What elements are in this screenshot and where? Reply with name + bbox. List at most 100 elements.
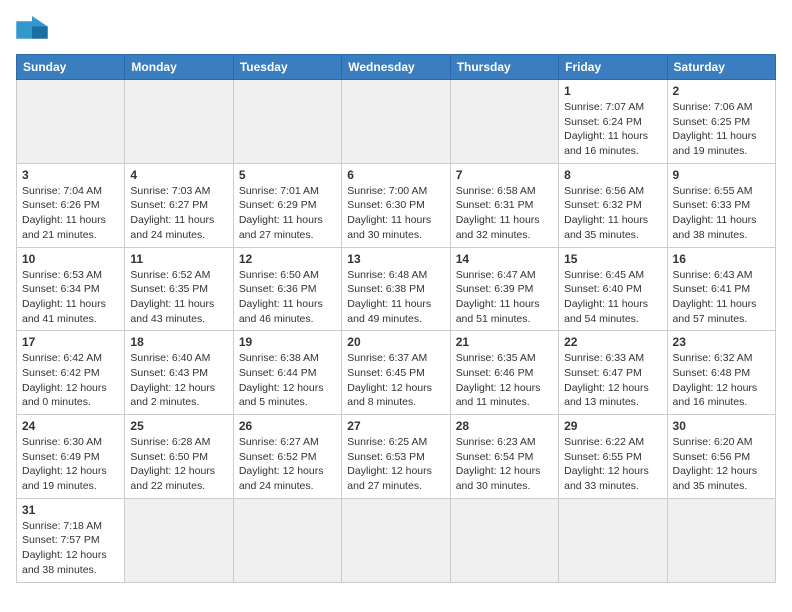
column-header-monday: Monday [125,55,233,80]
day-info: Sunrise: 6:27 AMSunset: 6:52 PMDaylight:… [239,435,336,494]
day-number: 13 [347,252,444,266]
day-info: Sunrise: 7:00 AMSunset: 6:30 PMDaylight:… [347,184,444,243]
day-number: 11 [130,252,227,266]
day-number: 22 [564,335,661,349]
day-info: Sunrise: 6:35 AMSunset: 6:46 PMDaylight:… [456,351,553,410]
day-info: Sunrise: 6:30 AMSunset: 6:49 PMDaylight:… [22,435,119,494]
day-info: Sunrise: 6:20 AMSunset: 6:56 PMDaylight:… [673,435,770,494]
day-cell: 5Sunrise: 7:01 AMSunset: 6:29 PMDaylight… [233,163,341,247]
day-cell: 27 Sunrise: 6:25 AMSunset: 6:53 PMDayligh… [342,415,450,499]
day-cell: 11 Sunrise: 6:52 AMSunset: 6:35 PMDayligh… [125,247,233,331]
day-cell: 6 Sunrise: 7:00 AMSunset: 6:30 PMDaylight… [342,163,450,247]
day-cell: 1 Sunrise: 7:07 AMSunset: 6:24 PMDaylight… [559,80,667,164]
day-number: 3 [22,168,119,182]
day-cell: 17 Sunrise: 6:42 AMSunset: 6:42 PMDayligh… [17,331,125,415]
day-info: Sunrise: 6:45 AMSunset: 6:40 PMDaylight:… [564,268,661,327]
day-number: 9 [673,168,770,182]
day-number: 30 [673,419,770,433]
day-info: Sunrise: 7:18 AMSunset: 7:57 PMDaylight:… [22,519,119,578]
day-cell: 26 Sunrise: 6:27 AMSunset: 6:52 PMDayligh… [233,415,341,499]
week-row-5: 24 Sunrise: 6:30 AMSunset: 6:49 PMDayligh… [17,415,776,499]
day-number: 18 [130,335,227,349]
day-cell: 30 Sunrise: 6:20 AMSunset: 6:56 PMDayligh… [667,415,775,499]
calendar-header-row: SundayMondayTuesdayWednesdayThursdayFrid… [17,55,776,80]
day-number: 20 [347,335,444,349]
day-cell: 25 Sunrise: 6:28 AMSunset: 6:50 PMDayligh… [125,415,233,499]
day-info: Sunrise: 6:37 AMSunset: 6:45 PMDaylight:… [347,351,444,410]
column-header-saturday: Saturday [667,55,775,80]
day-cell: 3 Sunrise: 7:04 AMSunset: 6:26 PMDaylight… [17,163,125,247]
day-number: 19 [239,335,336,349]
day-cell: 15 Sunrise: 6:45 AMSunset: 6:40 PMDayligh… [559,247,667,331]
day-cell [125,498,233,582]
week-row-6: 31 Sunrise: 7:18 AMSunset: 7:57 PMDayligh… [17,498,776,582]
day-info: Sunrise: 6:25 AMSunset: 6:53 PMDaylight:… [347,435,444,494]
day-cell: 21 Sunrise: 6:35 AMSunset: 6:46 PMDayligh… [450,331,558,415]
week-row-3: 10Sunrise: 6:53 AMSunset: 6:34 PMDayligh… [17,247,776,331]
day-info: Sunrise: 6:56 AMSunset: 6:32 PMDaylight:… [564,184,661,243]
day-info: Sunrise: 6:28 AMSunset: 6:50 PMDaylight:… [130,435,227,494]
week-row-1: 1 Sunrise: 7:07 AMSunset: 6:24 PMDaylight… [17,80,776,164]
day-cell: 19 Sunrise: 6:38 AMSunset: 6:44 PMDayligh… [233,331,341,415]
day-info: Sunrise: 6:32 AMSunset: 6:48 PMDaylight:… [673,351,770,410]
day-number: 26 [239,419,336,433]
column-header-thursday: Thursday [450,55,558,80]
day-number: 6 [347,168,444,182]
day-number: 16 [673,252,770,266]
day-number: 14 [456,252,553,266]
day-number: 24 [22,419,119,433]
day-cell: 18Sunrise: 6:40 AMSunset: 6:43 PMDayligh… [125,331,233,415]
day-info: Sunrise: 6:52 AMSunset: 6:35 PMDaylight:… [130,268,227,327]
day-info: Sunrise: 6:48 AMSunset: 6:38 PMDaylight:… [347,268,444,327]
day-number: 29 [564,419,661,433]
day-number: 1 [564,84,661,98]
day-number: 10 [22,252,119,266]
day-number: 15 [564,252,661,266]
day-info: Sunrise: 6:43 AMSunset: 6:41 PMDaylight:… [673,268,770,327]
calendar-table: SundayMondayTuesdayWednesdayThursdayFrid… [16,54,776,583]
day-info: Sunrise: 7:04 AMSunset: 6:26 PMDaylight:… [22,184,119,243]
week-row-2: 3 Sunrise: 7:04 AMSunset: 6:26 PMDaylight… [17,163,776,247]
day-cell [342,498,450,582]
day-cell: 23 Sunrise: 6:32 AMSunset: 6:48 PMDayligh… [667,331,775,415]
day-cell: 31 Sunrise: 7:18 AMSunset: 7:57 PMDayligh… [17,498,125,582]
day-info: Sunrise: 6:50 AMSunset: 6:36 PMDaylight:… [239,268,336,327]
week-row-4: 17 Sunrise: 6:42 AMSunset: 6:42 PMDayligh… [17,331,776,415]
day-cell: 4Sunrise: 7:03 AMSunset: 6:27 PMDaylight… [125,163,233,247]
day-cell: 22 Sunrise: 6:33 AMSunset: 6:47 PMDayligh… [559,331,667,415]
day-cell: 9 Sunrise: 6:55 AMSunset: 6:33 PMDaylight… [667,163,775,247]
day-cell: 29Sunrise: 6:22 AMSunset: 6:55 PMDayligh… [559,415,667,499]
day-number: 31 [22,503,119,517]
day-cell: 12 Sunrise: 6:50 AMSunset: 6:36 PMDayligh… [233,247,341,331]
day-cell: 13 Sunrise: 6:48 AMSunset: 6:38 PMDayligh… [342,247,450,331]
day-number: 12 [239,252,336,266]
day-info: Sunrise: 6:38 AMSunset: 6:44 PMDaylight:… [239,351,336,410]
day-number: 25 [130,419,227,433]
day-cell [667,498,775,582]
day-info: Sunrise: 7:03 AMSunset: 6:27 PMDaylight:… [130,184,227,243]
day-number: 21 [456,335,553,349]
day-number: 17 [22,335,119,349]
day-info: Sunrise: 6:42 AMSunset: 6:42 PMDaylight:… [22,351,119,410]
day-cell [17,80,125,164]
day-info: Sunrise: 7:01 AMSunset: 6:29 PMDaylight:… [239,184,336,243]
day-info: Sunrise: 7:06 AMSunset: 6:25 PMDaylight:… [673,100,770,159]
day-info: Sunrise: 6:33 AMSunset: 6:47 PMDaylight:… [564,351,661,410]
day-cell: 16 Sunrise: 6:43 AMSunset: 6:41 PMDayligh… [667,247,775,331]
day-cell: 24 Sunrise: 6:30 AMSunset: 6:49 PMDayligh… [17,415,125,499]
day-cell: 28Sunrise: 6:23 AMSunset: 6:54 PMDayligh… [450,415,558,499]
day-cell: 20 Sunrise: 6:37 AMSunset: 6:45 PMDayligh… [342,331,450,415]
day-cell [342,80,450,164]
day-number: 27 [347,419,444,433]
column-header-wednesday: Wednesday [342,55,450,80]
day-info: Sunrise: 6:47 AMSunset: 6:39 PMDaylight:… [456,268,553,327]
logo-icon [16,16,48,44]
day-number: 23 [673,335,770,349]
day-info: Sunrise: 6:55 AMSunset: 6:33 PMDaylight:… [673,184,770,243]
day-info: Sunrise: 7:07 AMSunset: 6:24 PMDaylight:… [564,100,661,159]
column-header-friday: Friday [559,55,667,80]
day-cell: 14 Sunrise: 6:47 AMSunset: 6:39 PMDayligh… [450,247,558,331]
day-cell [450,498,558,582]
day-cell [450,80,558,164]
day-cell: 8Sunrise: 6:56 AMSunset: 6:32 PMDaylight… [559,163,667,247]
